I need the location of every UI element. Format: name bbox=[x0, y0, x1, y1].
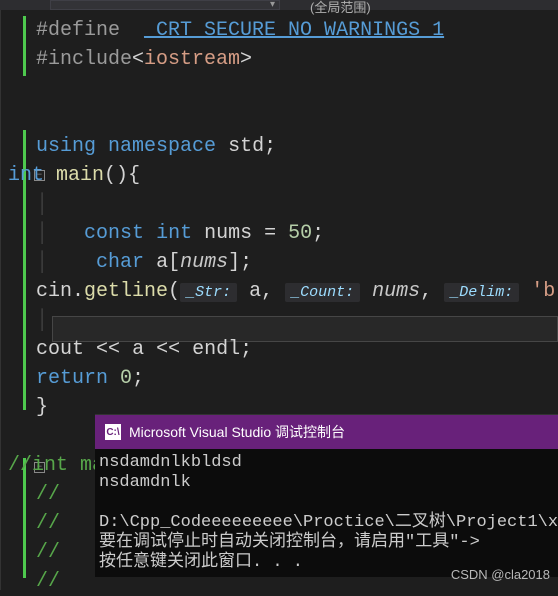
console-output: nsdamdnlkbldsd nsdamdnlk D:\Cpp_Codeeeee… bbox=[95, 449, 558, 577]
code-line: │ bbox=[36, 306, 558, 335]
code-line: cout << a << endl; bbox=[36, 335, 558, 364]
param-hint: _Delim: bbox=[444, 283, 519, 302]
param-hint: _Count: bbox=[285, 283, 360, 302]
code-line: #include<iostream> bbox=[36, 45, 558, 74]
code-line: return 0; bbox=[36, 364, 558, 393]
code-line: │ bbox=[36, 190, 558, 219]
code-line: #define _CRT_SECURE_NO_WARNINGS 1 bbox=[36, 16, 558, 45]
code-line bbox=[36, 103, 558, 132]
code-line: cin.getline(_Str: a, _Count: nums, _Deli… bbox=[36, 277, 558, 306]
code-line: int main(){ bbox=[8, 161, 558, 190]
code-line: │ char a[nums]; bbox=[36, 248, 558, 277]
code-line: using namespace std; bbox=[36, 132, 558, 161]
code-line: │ const int nums = 50; bbox=[36, 219, 558, 248]
param-hint: _Str: bbox=[180, 283, 237, 302]
scope-dropdown[interactable]: ▾ bbox=[50, 0, 280, 10]
console-titlebar[interactable]: C:\ Microsoft Visual Studio 调试控制台 bbox=[95, 415, 558, 449]
console-icon: C:\ bbox=[105, 424, 121, 440]
console-title-text: Microsoft Visual Studio 调试控制台 bbox=[129, 422, 345, 442]
toolbar: ▾ (全局范围) bbox=[0, 0, 558, 10]
debug-console: C:\ Microsoft Visual Studio 调试控制台 nsdamd… bbox=[95, 414, 558, 577]
code-line bbox=[36, 74, 558, 103]
watermark: CSDN @cla2018 bbox=[451, 567, 550, 582]
